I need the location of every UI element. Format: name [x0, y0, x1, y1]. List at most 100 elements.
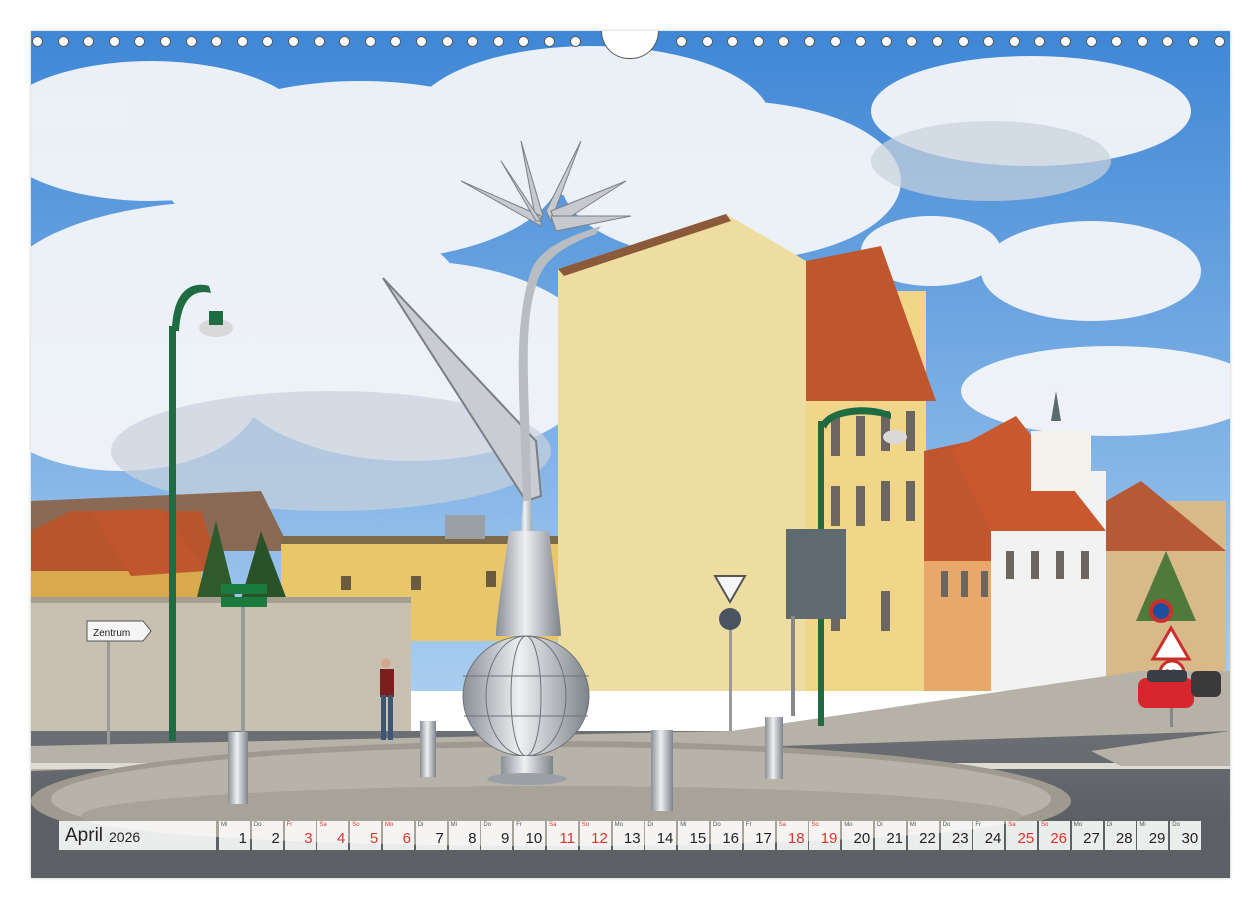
zentrum-sign-text: Zentrum — [93, 628, 130, 639]
binding-ring — [236, 36, 248, 47]
binding-ring — [83, 36, 95, 47]
binding-ring — [829, 36, 841, 47]
weekday-abbrev: Di — [647, 822, 654, 828]
calendar-day-cell: So 26 — [1039, 821, 1070, 850]
binding-ring — [880, 36, 892, 47]
binding-ring — [467, 36, 479, 47]
weekday-abbrev: Do — [942, 822, 951, 828]
day-number: 26 — [1050, 830, 1067, 847]
day-number: 14 — [656, 830, 674, 847]
day-number: 10 — [525, 830, 543, 847]
binding-ring — [492, 36, 504, 47]
weekday-abbrev: Sa — [778, 822, 786, 828]
weekday-abbrev: Fr — [745, 822, 752, 828]
calendar-day-cell: Mi 1 — [219, 821, 250, 850]
calendar-day-cell: So 12 — [579, 821, 611, 850]
day-number: 27 — [1083, 830, 1100, 847]
weekday-abbrev: Mi — [221, 822, 228, 828]
weekday-abbrev: So — [352, 822, 360, 828]
calendar-day-cell: Do 23 — [940, 821, 972, 850]
day-number: 30 — [1181, 830, 1199, 847]
day-number: 6 — [402, 830, 411, 847]
day-number: 9 — [501, 830, 510, 847]
weekday-abbrev: Mo — [614, 822, 623, 828]
day-number: 2 — [271, 830, 280, 847]
month-year: 2026 — [109, 829, 141, 845]
calendar-day-cell: Fr 3 — [284, 821, 316, 850]
calendar-day-cell: Mo 6 — [383, 821, 414, 850]
calendar-day-cell: Do 30 — [1170, 821, 1202, 850]
day-number: 19 — [820, 830, 838, 847]
day-number: 28 — [1115, 830, 1133, 847]
day-number: 21 — [886, 830, 903, 847]
weekday-abbrev: Fr — [286, 822, 293, 828]
binding-ring — [134, 36, 146, 47]
calendar-day-cell: Mi 29 — [1137, 821, 1169, 850]
binding-ring — [727, 36, 739, 47]
calendar-day-cell: Mi 22 — [907, 821, 939, 850]
calendar-day-cell: Mi 15 — [678, 821, 710, 850]
calendar-day-cell: Fr 17 — [743, 821, 775, 850]
calendar-day-cell: Fr 24 — [973, 821, 1005, 850]
calendar-day-cell: Do 9 — [481, 821, 513, 850]
calendar-day-cell: Sa 4 — [317, 821, 349, 850]
calendar-day-cell: Di 7 — [415, 821, 447, 850]
binding-ring — [185, 36, 197, 47]
calendar-day-cell: So 5 — [350, 821, 382, 850]
day-number: 17 — [755, 830, 772, 847]
binding-ring — [676, 36, 687, 47]
binding-ring — [752, 36, 764, 47]
weekday-abbrev: Mo — [844, 822, 853, 828]
binding-ring — [1162, 36, 1174, 47]
weekday-abbrev: Do — [713, 822, 721, 828]
binding-ring — [518, 36, 530, 47]
binding-ring — [1188, 36, 1199, 47]
calendar-bar: April 2026 Mi 1 Do 2 Fr 3 Sa 4 So 5 Mo 6 Di 7 Mi 8 Do 9 Fr… — [59, 821, 1202, 850]
binding-ring — [544, 36, 555, 47]
weekday-abbrev: Fr — [516, 822, 522, 828]
binding-ring — [364, 36, 376, 47]
calendar-day-cell: Mo 27 — [1071, 821, 1103, 850]
binding-ring — [569, 36, 581, 47]
day-number: 23 — [951, 830, 969, 847]
weekday-abbrev: Do — [253, 822, 262, 828]
calendar-day-cell: Do 16 — [711, 821, 742, 850]
day-number: 5 — [369, 830, 379, 847]
weekday-abbrev: Do — [483, 822, 492, 828]
month-name: April — [65, 824, 104, 846]
calendar-day-cell: Mo 20 — [842, 821, 874, 850]
calendar-day-cell: Do 2 — [251, 821, 283, 850]
weekday-abbrev: Di — [1106, 822, 1113, 828]
calendar-day-cell: Mi 8 — [448, 821, 480, 850]
weekday-abbrev: Mi — [450, 822, 457, 828]
binding-ring — [778, 36, 790, 47]
day-number: 29 — [1148, 830, 1166, 847]
binding-ring — [1060, 36, 1071, 47]
day-number: 15 — [689, 830, 707, 847]
binding-ring — [855, 36, 867, 47]
calendar-photo: Zentrum 30 — [31, 31, 1230, 878]
binding-ring — [390, 36, 402, 47]
binding-ring — [983, 36, 995, 47]
red-car — [1138, 678, 1194, 708]
town-street-scene: Zentrum 30 — [31, 31, 1230, 878]
binding-ring — [1136, 36, 1148, 47]
weekday-abbrev: Do — [1172, 822, 1180, 828]
binding-ring — [108, 36, 120, 47]
weekday-abbrev: Sa — [1008, 822, 1016, 828]
calendar-day-cell: Di 28 — [1104, 821, 1136, 850]
day-number: 7 — [435, 830, 444, 847]
binding-ring — [1111, 36, 1123, 47]
weekday-abbrev: So — [581, 822, 590, 828]
day-number: 16 — [722, 830, 739, 847]
binding-ring — [313, 36, 325, 47]
day-number: 25 — [1017, 830, 1035, 847]
binding-ring — [1008, 36, 1020, 47]
day-number: 3 — [304, 830, 313, 847]
binding-ring — [211, 36, 223, 47]
month-label: April 2026 — [59, 821, 216, 850]
weekday-abbrev: Mi — [680, 822, 687, 828]
binding-ring — [160, 36, 171, 47]
weekday-abbrev: Di — [417, 822, 424, 828]
day-number: 20 — [853, 830, 871, 847]
